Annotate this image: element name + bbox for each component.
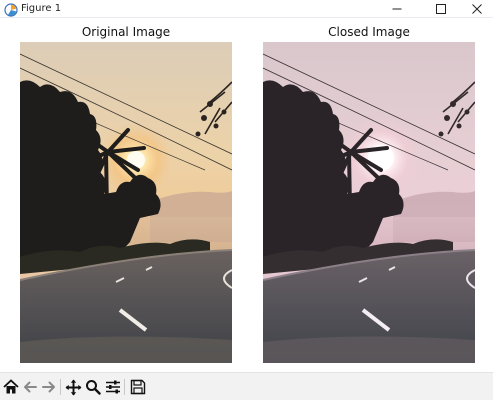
back-button[interactable] <box>21 378 39 396</box>
navigation-toolbar <box>0 372 493 400</box>
figure-canvas[interactable]: Original Image Closed Image <box>0 19 493 372</box>
close-button[interactable] <box>457 0 493 18</box>
maximize-icon <box>436 4 446 14</box>
pan-icon <box>65 379 81 395</box>
configure-subplots-icon <box>106 380 120 394</box>
toolbar-separator <box>60 379 61 395</box>
pan-button[interactable] <box>64 378 82 396</box>
home-icon <box>3 379 19 394</box>
maximize-button[interactable] <box>421 0 461 18</box>
original-image-axes[interactable] <box>20 42 232 363</box>
back-arrow-icon <box>24 381 37 393</box>
save-icon <box>130 379 146 395</box>
title-bar: Figure 1 <box>0 0 493 18</box>
figure-app-icon <box>4 2 18 17</box>
window-title: Figure 1 <box>21 3 62 14</box>
closed-image-axes[interactable] <box>263 42 475 363</box>
toolbar-separator <box>124 379 125 395</box>
forward-button[interactable] <box>40 378 58 396</box>
zoom-icon <box>86 380 101 395</box>
zoom-button[interactable] <box>84 378 102 396</box>
subplot-title-original: Original Image <box>81 25 171 39</box>
minimize-button[interactable] <box>377 0 417 18</box>
save-button[interactable] <box>129 378 147 396</box>
home-button[interactable] <box>2 378 20 396</box>
original-image <box>20 42 232 363</box>
close-icon <box>472 4 482 14</box>
subplot-title-closed: Closed Image <box>328 25 410 39</box>
minimize-icon <box>392 8 402 10</box>
forward-arrow-icon <box>42 381 55 393</box>
configure-subplots-button[interactable] <box>104 378 122 396</box>
closed-image <box>263 42 475 363</box>
